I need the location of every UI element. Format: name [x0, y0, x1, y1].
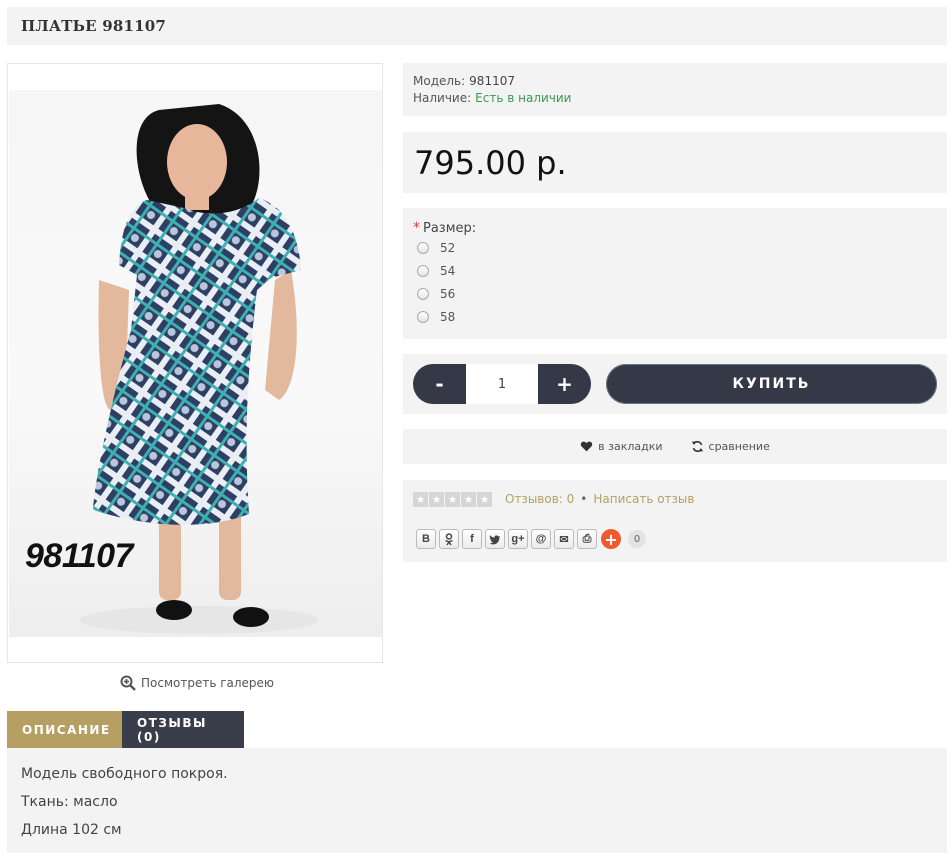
size-radio[interactable]: [417, 310, 429, 323]
stock-row: Наличие: Есть в наличии: [413, 90, 937, 107]
buy-button[interactable]: КУПИТЬ: [606, 364, 937, 404]
mailru-share-icon[interactable]: @: [531, 529, 551, 549]
model-value: 981107: [469, 74, 515, 88]
size-option-54[interactable]: 54: [413, 259, 937, 282]
star-icon: ★: [413, 491, 428, 507]
tab-reviews[interactable]: ОТЗЫВЫ (0): [122, 711, 244, 748]
vk-share-icon[interactable]: В: [416, 529, 436, 549]
model-label: Модель:: [413, 74, 466, 88]
quantity-input[interactable]: [466, 364, 538, 404]
view-gallery-link[interactable]: Посмотреть галерею: [120, 675, 274, 691]
product-photo[interactable]: 981107: [9, 90, 382, 637]
google-plus-share-icon[interactable]: g+: [508, 529, 528, 549]
size-value: 54: [440, 263, 456, 278]
email-share-icon[interactable]: ✉: [554, 529, 574, 549]
facebook-share-icon[interactable]: f: [462, 529, 482, 549]
heart-icon: [580, 441, 593, 452]
size-option-label: * Размер:: [413, 220, 937, 236]
purchase-panel: - + КУПИТЬ: [403, 354, 947, 414]
share-buttons: В f g+ @ ✉ ⎙ + 0: [416, 529, 937, 549]
decrease-quantity-button[interactable]: -: [413, 364, 466, 404]
description-panel: Модель свободного покроя. Ткань: масло Д…: [7, 748, 947, 853]
rating-stars: ★ ★ ★ ★ ★: [413, 491, 492, 507]
wishlist-compare-panel: в закладки сравнение: [403, 429, 947, 464]
product-info-panel: Модель: 981107 Наличие: Есть в наличии: [403, 63, 947, 116]
size-value: 56: [440, 286, 456, 301]
more-share-button[interactable]: +: [601, 529, 621, 549]
star-icon: ★: [445, 491, 460, 507]
rating-row: ★ ★ ★ ★ ★ Отзывов: 0 • Написать отзыв: [413, 490, 937, 508]
quantity-stepper: - +: [413, 364, 591, 404]
odnoklassniki-share-icon[interactable]: [439, 529, 459, 549]
size-radio[interactable]: [417, 264, 429, 277]
product-image-frame[interactable]: 981107: [7, 63, 383, 663]
print-icon[interactable]: ⎙: [577, 529, 597, 549]
bookmark-label: в закладки: [598, 440, 663, 453]
size-label-text: Размер:: [423, 221, 477, 236]
twitter-share-icon[interactable]: [485, 529, 505, 549]
share-counter: 0: [628, 530, 646, 548]
tab-description[interactable]: ОПИСАНИЕ: [7, 711, 122, 748]
add-to-compare-link[interactable]: сравнение: [691, 440, 770, 453]
description-line: Длина 102 см: [21, 822, 122, 838]
product-image-code: 981107: [25, 537, 133, 575]
size-options-panel: * Размер: 52 54 56 58: [403, 208, 947, 339]
stock-value: Есть в наличии: [475, 91, 572, 105]
refresh-icon: [691, 441, 703, 452]
size-option-58[interactable]: 58: [413, 305, 937, 328]
star-icon: ★: [461, 491, 476, 507]
stock-label: Наличие:: [413, 91, 472, 105]
product-price: 795.00 р.: [414, 144, 567, 182]
star-icon: ★: [477, 491, 492, 507]
size-value: 52: [440, 240, 456, 255]
size-option-52[interactable]: 52: [413, 236, 937, 259]
product-title-bar: ПЛАТЬЕ 981107: [7, 7, 947, 45]
description-line: Модель свободного покроя.: [21, 766, 228, 782]
required-marker: *: [413, 220, 420, 236]
price-panel: 795.00 р.: [403, 132, 947, 193]
model-row: Модель: 981107: [413, 73, 937, 90]
zoom-in-icon: [120, 675, 136, 691]
size-radio[interactable]: [417, 241, 429, 254]
add-to-bookmarks-link[interactable]: в закладки: [580, 440, 663, 453]
reviews-share-panel: ★ ★ ★ ★ ★ Отзывов: 0 • Написать отзыв В …: [403, 480, 947, 562]
write-review-link[interactable]: Написать отзыв: [593, 492, 694, 506]
size-option-56[interactable]: 56: [413, 282, 937, 305]
compare-label: сравнение: [708, 440, 770, 453]
increase-quantity-button[interactable]: +: [538, 364, 591, 404]
product-tabs: ОПИСАНИЕ ОТЗЫВЫ (0): [7, 711, 244, 748]
separator-dot: •: [580, 492, 588, 506]
star-icon: ★: [429, 491, 444, 507]
view-gallery-label: Посмотреть галерею: [141, 676, 275, 690]
size-value: 58: [440, 309, 456, 324]
description-line: Ткань: масло: [21, 794, 118, 810]
reviews-count-link[interactable]: Отзывов: 0: [505, 492, 574, 506]
product-title: ПЛАТЬЕ 981107: [21, 17, 167, 35]
size-radio[interactable]: [417, 287, 429, 300]
